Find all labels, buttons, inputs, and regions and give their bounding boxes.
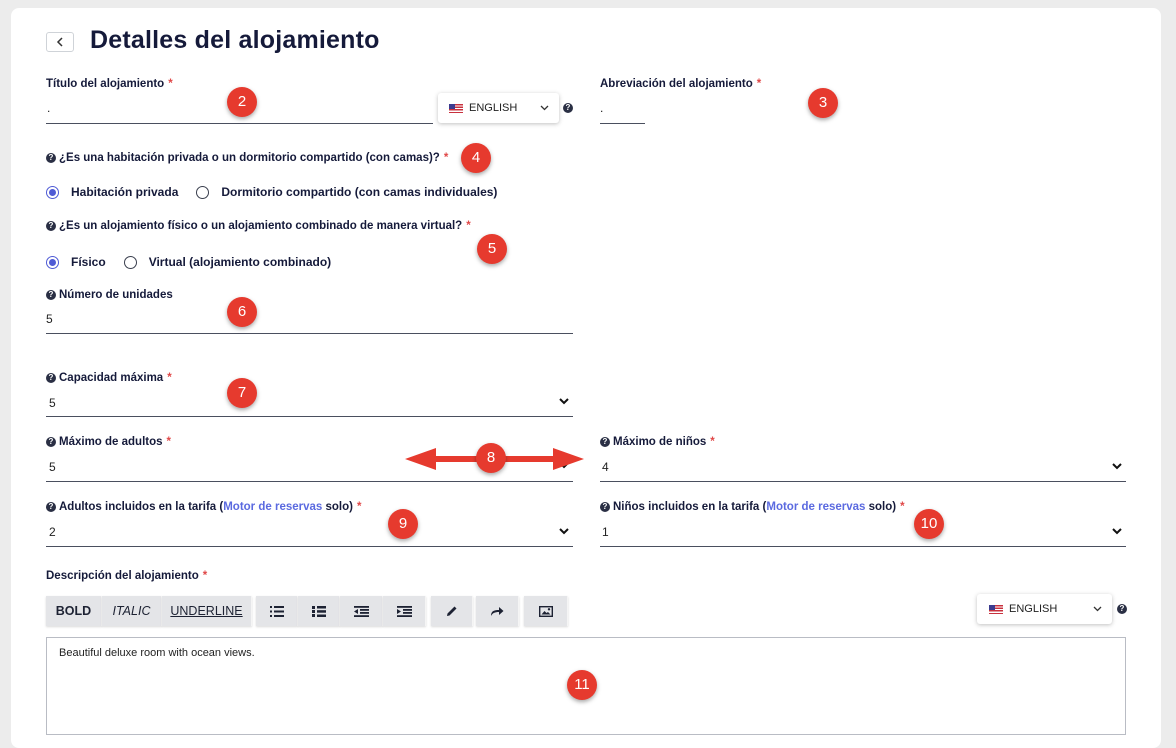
help-icon: ? (46, 502, 56, 512)
image-group (524, 596, 568, 626)
max-adults-label: ? Máximo de adultos * (46, 436, 171, 448)
back-button[interactable] (46, 32, 74, 52)
booking-engine-link[interactable]: Motor de reservas (223, 501, 322, 513)
room-type-options: Habitación privada Dormitorio compartido… (46, 185, 497, 199)
description-text: Beautiful deluxe room with ocean views. (59, 647, 255, 659)
annotation-marker-8: 8 (476, 443, 506, 473)
help-icon: ? (600, 437, 610, 447)
italic-button[interactable]: ITALIC (102, 596, 162, 626)
help-icon[interactable]: ? (1117, 604, 1127, 614)
annotation-marker-3: 3 (808, 88, 838, 118)
physical-type-question: ? ¿Es un alojamiento físico o un alojamie… (46, 220, 471, 232)
adults-included-select[interactable]: 2 (46, 520, 573, 547)
redo-icon (490, 606, 504, 617)
chevron-down-icon (559, 528, 569, 535)
radio-virtual[interactable] (123, 255, 137, 269)
annotation-marker-11: 11 (567, 670, 597, 700)
indent-button[interactable] (383, 596, 426, 626)
radio-private-room[interactable] (46, 185, 59, 199)
bold-button[interactable]: BOLD (46, 596, 102, 626)
description-language-select[interactable]: ENGLISH (977, 594, 1112, 624)
help-icon: ? (46, 373, 56, 383)
ordered-list-button[interactable] (298, 596, 340, 626)
page-title: Detalles del alojamiento (90, 26, 380, 54)
image-icon (538, 605, 553, 617)
redo-button[interactable] (476, 596, 519, 626)
edit-group (431, 596, 473, 626)
children-included-select[interactable]: 1 (600, 520, 1126, 547)
radio-shared-dorm[interactable] (196, 185, 210, 199)
help-icon: ? (46, 290, 56, 300)
insert-image-button[interactable] (524, 596, 568, 626)
chevron-left-icon (56, 35, 64, 50)
annotation-marker-2: 2 (227, 87, 257, 117)
help-icon: ? (46, 437, 56, 447)
pencil-icon (446, 605, 458, 617)
annotation-marker-6: 6 (227, 297, 257, 327)
underline-button[interactable]: UNDERLINE (162, 596, 252, 626)
outdent-icon (353, 605, 369, 617)
max-children-label: ? Máximo de niños * (600, 436, 715, 448)
text-format-group: BOLD ITALIC UNDERLINE (46, 596, 252, 626)
max-capacity-select[interactable]: 5 (46, 390, 573, 417)
radio-physical[interactable] (46, 255, 59, 269)
edit-button[interactable] (431, 596, 473, 626)
physical-type-options: Físico Virtual (alojamiento combinado) (46, 255, 331, 269)
max-capacity-label: ? Capacidad máxima * (46, 372, 172, 384)
chevron-down-icon (1112, 463, 1122, 470)
chevron-down-icon (559, 398, 569, 405)
chevron-down-icon (540, 102, 549, 114)
help-icon: ? (46, 221, 56, 231)
units-input[interactable]: 5 (46, 306, 573, 334)
us-flag-icon (989, 604, 1003, 614)
list-ul-icon (269, 605, 284, 617)
adults-included-label: ? Adultos incluidos en la tarifa (Motor d… (46, 501, 361, 513)
title-language-select[interactable]: ENGLISH (438, 93, 559, 123)
description-label: Descripción del alojamiento * (46, 570, 208, 582)
annotation-marker-10: 10 (914, 509, 944, 539)
title-label: Título del alojamiento * (46, 78, 173, 90)
help-icon: ? (46, 153, 56, 163)
annotation-marker-7: 7 (227, 378, 257, 408)
list-ol-icon (311, 605, 326, 617)
chevron-down-icon (1112, 528, 1122, 535)
annotation-marker-4: 4 (461, 143, 491, 173)
abbreviation-label: Abreviación del alojamiento * (600, 78, 762, 90)
us-flag-icon (449, 103, 463, 113)
help-icon[interactable]: ? (563, 103, 573, 113)
unordered-list-button[interactable] (256, 596, 298, 626)
chevron-down-icon (1093, 603, 1102, 615)
children-included-label: ? Niños incluidos en la tarifa (Motor de … (600, 501, 905, 513)
annotation-marker-5: 5 (477, 234, 507, 264)
indent-icon (396, 605, 412, 617)
help-icon: ? (600, 502, 610, 512)
outdent-button[interactable] (340, 596, 383, 626)
units-label: ? Número de unidades (46, 289, 173, 301)
booking-engine-link[interactable]: Motor de reservas (766, 501, 865, 513)
redo-group (476, 596, 519, 626)
abbreviation-input[interactable]: . (600, 96, 645, 124)
list-format-group (256, 596, 426, 626)
room-type-question: ? ¿Es una habitación privada o un dormito… (46, 152, 448, 164)
max-children-select[interactable]: 4 (600, 455, 1126, 482)
annotation-marker-9: 9 (388, 509, 418, 539)
